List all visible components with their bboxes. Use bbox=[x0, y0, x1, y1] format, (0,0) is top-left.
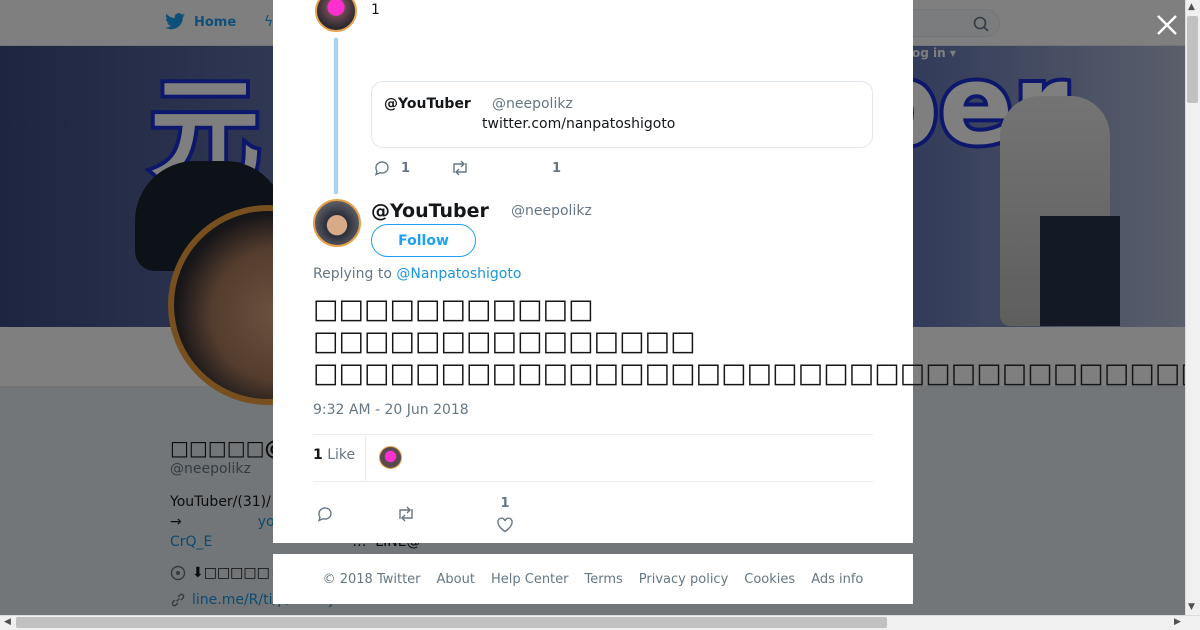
tweet-modal: 1 @YouTuber @neepolikz twitter.com/nanpa… bbox=[273, 0, 913, 543]
tweet-like-stats[interactable]: 1 Like bbox=[313, 447, 355, 463]
tweet-author-handle[interactable]: @neepolikz bbox=[511, 203, 592, 219]
follow-button[interactable]: Follow bbox=[371, 224, 476, 257]
quoted-tweet-text: twitter.com/nanpatoshigoto bbox=[482, 116, 676, 132]
footer-copyright: © 2018 Twitter bbox=[322, 571, 421, 587]
quoted-tweet[interactable]: @YouTuber @neepolikz twitter.com/nanpato… bbox=[371, 81, 873, 148]
footer-privacy[interactable]: Privacy policy bbox=[639, 572, 728, 587]
tweet-text: □□□□□□□□□□□ □□□□□□□□□□□□□□□ □□□□□□□□□□□□… bbox=[313, 294, 1185, 390]
reply-icon bbox=[317, 507, 332, 522]
scroll-down-arrow-icon[interactable]: ▼ bbox=[1188, 602, 1195, 612]
parent-reply-button[interactable]: 1 bbox=[373, 160, 410, 176]
tweet-actions: 1 bbox=[316, 494, 514, 534]
thread-line bbox=[334, 38, 338, 194]
liker-avatar[interactable] bbox=[379, 446, 402, 469]
tweet-author-avatar[interactable] bbox=[313, 199, 361, 247]
horizontal-scrollbar-thumb[interactable] bbox=[16, 617, 887, 628]
like-button[interactable]: 1 bbox=[496, 496, 514, 533]
footer-cookies[interactable]: Cookies bbox=[744, 572, 795, 587]
quoted-tweet-handle: @neepolikz bbox=[492, 96, 573, 112]
parent-like-button[interactable]: 1 bbox=[552, 161, 561, 176]
close-icon[interactable] bbox=[1154, 12, 1180, 38]
parent-reply-count: 1 bbox=[401, 160, 411, 176]
vertical-scrollbar-thumb[interactable] bbox=[1187, 16, 1198, 103]
tweet-text-line-3: □□□□□□□□□□□□□□□□□□□□□□□□□□□□□□□□□□□□□□□□… bbox=[313, 358, 1185, 389]
divider-bottom bbox=[313, 481, 873, 482]
parent-tweet-actions: 1 1 bbox=[373, 160, 561, 176]
stats-separator bbox=[365, 435, 366, 481]
footer-about[interactable]: About bbox=[437, 572, 475, 587]
replying-to-link[interactable]: @Nanpatoshigoto bbox=[396, 266, 521, 282]
tweet-text-line-1: □□□□□□□□□□□ bbox=[313, 294, 594, 325]
tweet-timestamp[interactable]: 9:32 AM - 20 Jun 2018 bbox=[313, 402, 469, 418]
scroll-left-arrow-icon[interactable]: ◀ bbox=[4, 617, 11, 627]
retweet-icon bbox=[399, 506, 413, 522]
quoted-tweet-name: @YouTuber bbox=[384, 96, 471, 112]
footer-help-center[interactable]: Help Center bbox=[491, 572, 569, 587]
scroll-up-arrow-icon[interactable]: ▲ bbox=[1188, 2, 1195, 12]
modal-footer: © 2018 Twitter About Help Center Terms P… bbox=[273, 554, 913, 604]
reply-button[interactable] bbox=[316, 506, 334, 522]
divider-top bbox=[313, 434, 873, 435]
replying-to-prefix: Replying to bbox=[313, 266, 392, 282]
tweet-like-stat-count: 1 bbox=[313, 447, 323, 463]
parent-tweet-count: 1 bbox=[371, 2, 380, 18]
tweet-author-name[interactable]: @YouTuber bbox=[371, 200, 489, 222]
reply-icon bbox=[374, 161, 389, 176]
footer-terms[interactable]: Terms bbox=[585, 572, 623, 587]
parent-tweet-avatar[interactable] bbox=[315, 0, 357, 32]
tweet-like-stat-label: Like bbox=[327, 447, 356, 463]
tweet-text-line-2: □□□□□□□□□□□□□□□ bbox=[313, 326, 696, 357]
footer-ads-info[interactable]: Ads info bbox=[811, 572, 863, 587]
parent-like-count: 1 bbox=[552, 160, 562, 176]
parent-retweet-button[interactable] bbox=[450, 160, 470, 176]
heart-icon bbox=[497, 517, 513, 532]
replying-to: Replying to @Nanpatoshigoto bbox=[313, 266, 521, 282]
like-count: 1 bbox=[500, 495, 510, 511]
retweet-icon bbox=[453, 160, 467, 176]
retweet-button[interactable] bbox=[396, 506, 416, 522]
scroll-right-arrow-icon[interactable]: ▶ bbox=[1174, 617, 1181, 627]
